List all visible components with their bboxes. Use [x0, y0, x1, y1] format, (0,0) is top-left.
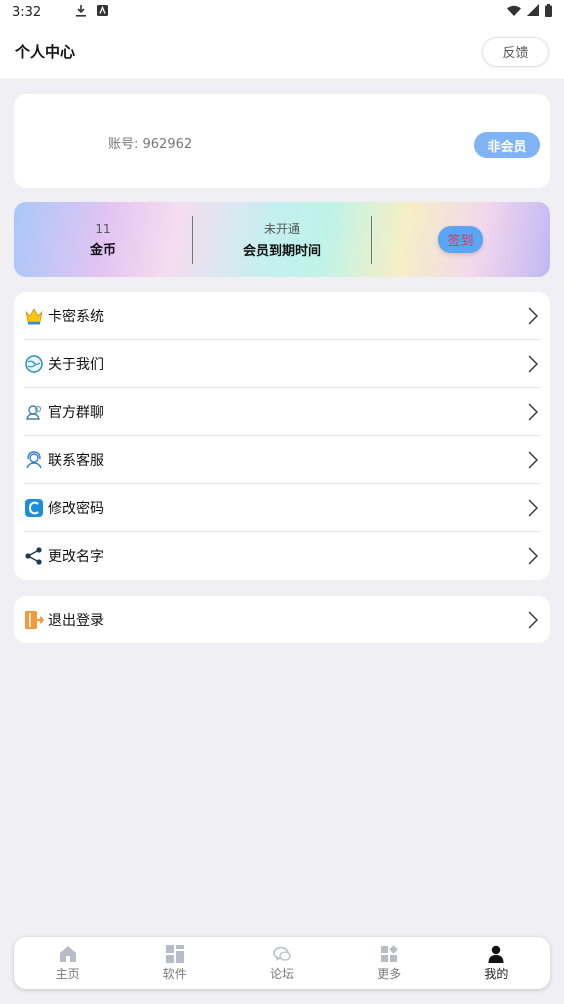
coins-label: 金币 [89, 242, 116, 258]
group-chat-icon [24, 402, 44, 422]
status-bar: 3:32 [0, 0, 564, 24]
menu-item-label: 修改密码 [48, 500, 104, 517]
logout-icon [24, 610, 44, 630]
notification-icons [75, 4, 109, 21]
menu-item-official-group[interactable]: 官方群聊 [24, 388, 540, 436]
tab-label: 软件 [162, 966, 187, 981]
tab-label: 主页 [55, 966, 80, 981]
menu-item-label: 关于我们 [48, 356, 104, 373]
bottom-tab-bar: 主页 软件 论坛 更多 我的 [14, 937, 550, 989]
logout-label: 退出登录 [48, 612, 104, 629]
chevron-right-icon [526, 306, 540, 326]
home-icon [59, 945, 77, 963]
member-status-badge[interactable]: 非会员 [474, 132, 540, 158]
more-grid-icon [380, 944, 398, 963]
vip-expiry-stat: 未开通 会员到期时间 [193, 202, 371, 277]
coins-stat: 11 金币 [14, 202, 192, 277]
menu-item-change-password[interactable]: 修改密码 [24, 484, 540, 532]
battery-icon [545, 3, 552, 21]
apps-grid-icon [165, 944, 184, 963]
account-card: 账号: 962962 非会员 [14, 94, 550, 188]
page-title: 个人中心 [15, 43, 76, 61]
menu-item-label: 更改名字 [48, 549, 104, 565]
chevron-right-icon [526, 610, 540, 630]
app-header: 个人中心 反馈 [0, 24, 564, 79]
globe-icon [24, 354, 44, 374]
chevron-right-icon [526, 450, 540, 470]
menu-item-label: 官方群聊 [48, 404, 104, 421]
logout-card: 退出登录 [14, 596, 550, 643]
crown-icon [24, 306, 44, 326]
tab-more[interactable]: 更多 [336, 937, 443, 989]
download-icon [75, 4, 87, 21]
share-icon [24, 546, 44, 566]
vip-label: 会员到期时间 [242, 244, 321, 259]
system-icons [507, 3, 552, 21]
chevron-right-icon [526, 498, 540, 518]
tab-software[interactable]: 软件 [121, 937, 228, 989]
tab-home[interactable]: 主页 [14, 937, 121, 989]
chevron-right-icon [526, 402, 540, 422]
coins-value: 11 [95, 221, 111, 236]
wifi-icon [507, 5, 521, 20]
password-icon [24, 498, 44, 518]
signal-icon [527, 4, 539, 20]
feedback-button[interactable]: 反馈 [482, 36, 549, 67]
menu-item-change-name[interactable]: 更改名字 [24, 532, 540, 580]
status-time: 3:32 [12, 4, 42, 20]
account-id: 账号: 962962 [108, 137, 193, 152]
stats-divider [371, 216, 372, 264]
menu-item-label: 联系客服 [48, 452, 104, 469]
customer-service-icon [24, 450, 44, 470]
chevron-right-icon [526, 354, 540, 374]
menu-item-contact-support[interactable]: 联系客服 [24, 436, 540, 484]
tab-mine[interactable]: 我的 [443, 937, 550, 989]
tab-forum[interactable]: 论坛 [228, 937, 335, 989]
forum-icon [273, 945, 291, 963]
vip-value: 未开通 [263, 222, 300, 236]
menu-card: 卡密系统 关于我们 官方群聊 联系客服 修改密码 更改名字 [14, 292, 550, 580]
tab-label: 更多 [377, 966, 402, 981]
menu-item-about-us[interactable]: 关于我们 [24, 340, 540, 388]
signin-button[interactable]: 签到 [438, 226, 483, 253]
chevron-right-icon [526, 546, 540, 566]
stats-card: 11 金币 未开通 会员到期时间 签到 [14, 202, 550, 277]
menu-item-card-key-system[interactable]: 卡密系统 [24, 292, 540, 340]
tab-label: 我的 [484, 966, 509, 981]
user-icon [487, 945, 505, 963]
app-notification-icon [97, 4, 109, 20]
menu-item-label: 卡密系统 [48, 308, 104, 325]
logout-button[interactable]: 退出登录 [24, 596, 540, 643]
tab-label: 论坛 [270, 966, 295, 981]
